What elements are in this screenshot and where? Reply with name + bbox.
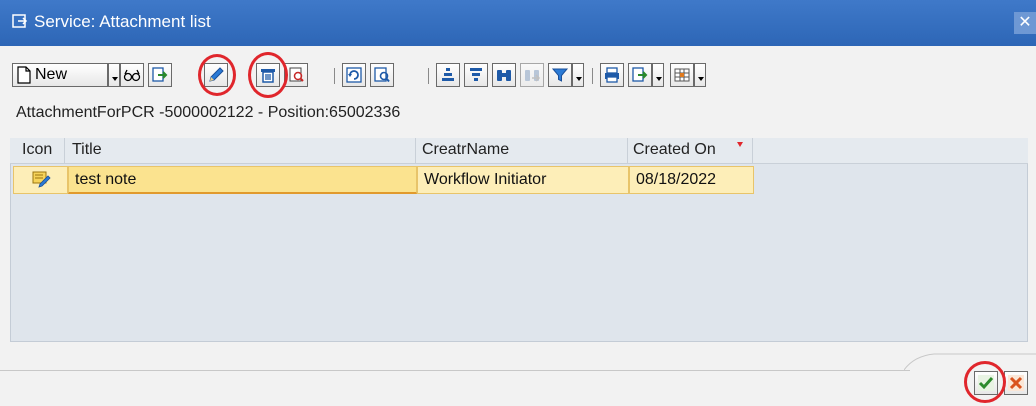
row-created-on: 08/18/2022 <box>636 171 717 188</box>
select-layout-button[interactable] <box>370 63 394 87</box>
close-icon[interactable]: ✕ <box>1014 12 1036 34</box>
edit-button[interactable] <box>204 63 228 87</box>
display-button[interactable] <box>120 63 144 87</box>
trash-icon <box>261 69 275 83</box>
filter-button[interactable] <box>548 63 572 87</box>
glasses-icon <box>123 69 141 82</box>
window-icon <box>12 14 28 28</box>
document-icon <box>17 66 31 84</box>
row-creator-cell[interactable]: Workflow Initiator <box>417 166 629 194</box>
row-icon-cell[interactable] <box>13 166 68 194</box>
refresh-icon <box>346 67 362 83</box>
sort-indicator-icon <box>737 142 743 147</box>
find-next-button[interactable] <box>520 63 544 87</box>
new-button[interactable]: New <box>12 63 108 87</box>
table-header: Icon Title CreatrName Created On <box>10 138 1028 164</box>
sort-descending-icon <box>470 68 482 81</box>
filter-dropdown[interactable] <box>572 63 584 87</box>
footer-divider <box>0 370 910 371</box>
table-row[interactable]: test note Workflow Initiator 08/18/2022 <box>13 166 754 194</box>
binoculars-icon <box>497 70 511 81</box>
checkmark-icon <box>978 375 994 391</box>
row-title: test note <box>75 171 137 188</box>
filter-icon <box>551 68 569 82</box>
delete-button[interactable] <box>256 63 280 87</box>
export-button[interactable] <box>148 63 172 87</box>
binoculars-next-icon <box>525 70 541 82</box>
sort-ascending-button[interactable] <box>436 63 460 87</box>
row-creator: Workflow Initiator <box>424 171 547 188</box>
column-divider <box>627 138 628 164</box>
export-icon <box>632 67 648 82</box>
print-icon <box>605 67 619 83</box>
column-header-icon[interactable]: Icon <box>22 141 52 159</box>
sort-descending-button[interactable] <box>464 63 488 87</box>
footer-divider-curve <box>904 353 1036 371</box>
grid-icon <box>674 68 690 82</box>
cancel-icon <box>1008 375 1024 391</box>
export-dropdown[interactable] <box>652 63 664 87</box>
column-divider <box>64 138 65 164</box>
refresh-button[interactable] <box>342 63 366 87</box>
toolbar-separator <box>592 68 593 84</box>
layout-button[interactable] <box>670 63 694 87</box>
row-title-cell[interactable]: test note <box>68 166 417 194</box>
layout-dropdown[interactable] <box>694 63 706 87</box>
window-title-bar: Service: Attachment list ✕ <box>0 0 1036 46</box>
note-icon <box>32 171 51 188</box>
window-title: Service: Attachment list <box>34 12 211 31</box>
column-divider <box>415 138 416 164</box>
column-header-title[interactable]: Title <box>72 141 102 159</box>
column-header-created-on[interactable]: Created On <box>633 141 716 159</box>
column-divider <box>752 138 753 164</box>
column-header-creatrname[interactable]: CreatrName <box>422 141 509 159</box>
toolbar-separator <box>428 68 429 84</box>
print-button[interactable] <box>600 63 624 87</box>
new-dropdown[interactable] <box>108 63 120 87</box>
export-list-button[interactable] <box>628 63 652 87</box>
cancel-button[interactable] <box>1004 371 1028 395</box>
attachment-context-label: AttachmentForPCR -5000002122 - Position:… <box>16 104 401 121</box>
confirm-button[interactable] <box>974 371 998 395</box>
new-button-label: New <box>35 66 68 83</box>
export-icon <box>152 67 168 82</box>
toolbar: New <box>8 52 1028 98</box>
magnify-document-icon <box>289 67 304 82</box>
pencil-icon <box>209 67 224 82</box>
toolbar-separator <box>334 68 335 84</box>
row-created-on-cell[interactable]: 08/18/2022 <box>629 166 754 194</box>
find-icon <box>374 67 390 83</box>
sort-ascending-icon <box>442 68 454 81</box>
details-button[interactable] <box>284 63 308 87</box>
find-button[interactable] <box>492 63 516 87</box>
